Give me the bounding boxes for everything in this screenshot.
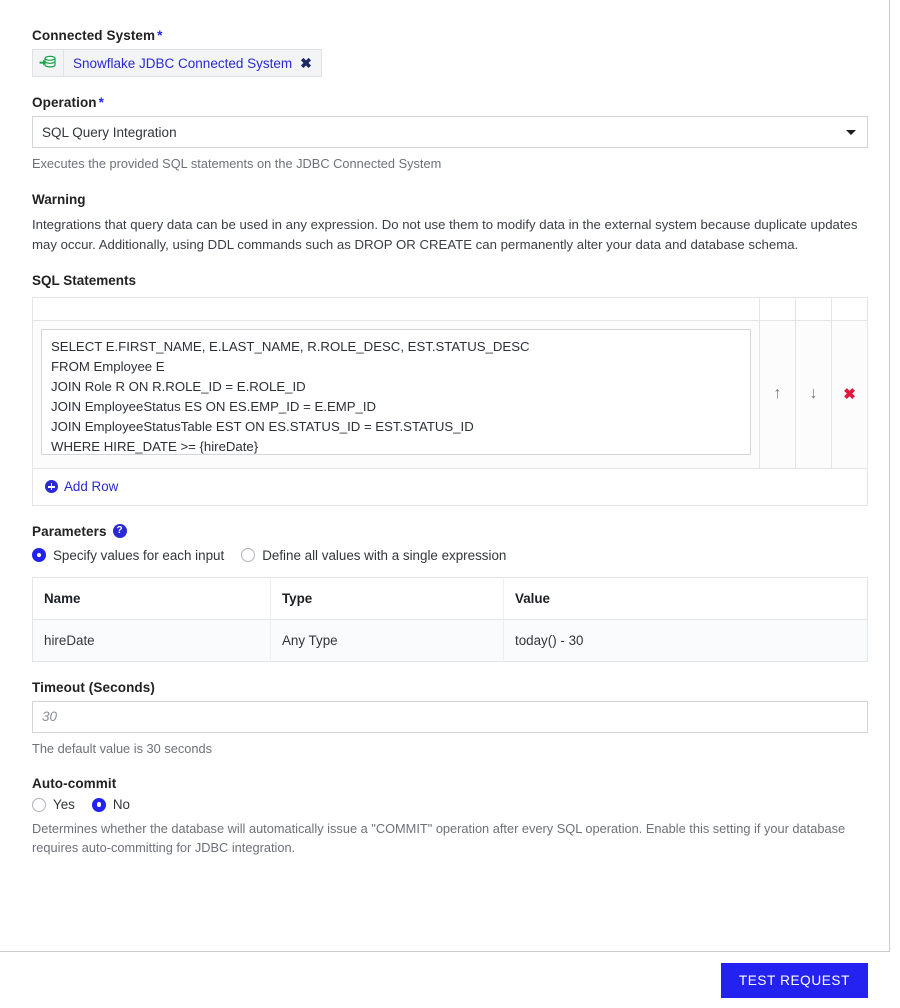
radio-auto-commit-yes[interactable]: Yes <box>32 797 75 812</box>
sql-grid-footer: Add Row <box>33 468 867 506</box>
required-asterisk: * <box>98 95 105 110</box>
operation-label: Operation * <box>32 95 868 110</box>
auto-commit-label: Auto-commit <box>32 776 117 792</box>
sql-grid-header-move-down <box>796 297 832 320</box>
add-row-label: Add Row <box>64 479 119 495</box>
required-asterisk: * <box>157 28 163 43</box>
radio-define-all-values-single-expression[interactable]: Define all values with a single expressi… <box>241 548 506 563</box>
sql-statement-input[interactable] <box>41 328 751 455</box>
integration-config-panel: Connected System * Snowflake JDBC Connect… <box>0 0 890 1008</box>
plus-circle-icon <box>45 480 58 494</box>
operation-select[interactable]: SQL Query Integration <box>32 116 868 148</box>
help-icon[interactable]: ? <box>112 524 127 539</box>
timeout-help-text: The default value is 30 seconds <box>32 740 212 756</box>
radio-auto-commit-no[interactable]: No <box>91 797 130 813</box>
param-name-cell: hireDate <box>32 619 271 662</box>
column-header-type: Type <box>270 577 504 620</box>
radio-indicator <box>32 797 46 812</box>
move-down-icon[interactable]: ↓ <box>796 320 832 468</box>
param-type-cell: Any Type <box>270 619 504 662</box>
operation-label-text: Operation <box>32 95 97 110</box>
parameters-table-header-row: Name Type Value <box>32 577 868 620</box>
test-request-button[interactable]: TEST REQUEST <box>720 962 868 998</box>
auto-commit-radio-group: Yes No <box>32 797 868 812</box>
timeout-input[interactable] <box>32 700 868 733</box>
warning-title: Warning <box>32 191 86 207</box>
column-header-name: Name <box>32 577 271 620</box>
parameters-mode-radio-group: Specify values for each input Define all… <box>32 548 868 563</box>
sql-statements-label: SQL Statements <box>32 272 137 288</box>
operation-help-text: Executes the provided SQL statements on … <box>32 156 442 171</box>
parameters-table: Name Type Value hireDate Any Type today(… <box>32 576 868 662</box>
sql-statement-cell <box>33 320 760 468</box>
connected-system-label: Connected System * <box>32 28 868 43</box>
delete-row-icon[interactable]: ✖ <box>832 320 867 468</box>
parameters-label: Parameters <box>32 523 107 539</box>
parameters-header: Parameters ? <box>32 524 868 539</box>
radio-label: No <box>112 797 130 813</box>
footer-bar: TEST REQUEST <box>0 952 890 1008</box>
auto-commit-help-text: Determines whether the database will aut… <box>32 821 846 855</box>
remove-connected-system-icon[interactable]: ✖ <box>300 56 321 70</box>
move-up-icon[interactable]: ↑ <box>760 320 796 468</box>
timeout-label: Timeout (Seconds) <box>32 679 155 695</box>
database-import-icon <box>33 50 64 76</box>
radio-indicator <box>91 797 106 812</box>
sql-grid-header-delete <box>832 298 867 320</box>
form-content: Connected System * Snowflake JDBC Connect… <box>0 0 900 857</box>
column-header-value: Value <box>503 577 868 620</box>
warning-body: Integrations that query data can be used… <box>32 216 858 252</box>
sql-grid-header-move-up <box>760 297 796 320</box>
radio-label: Define all values with a single expressi… <box>262 547 507 563</box>
sql-grid-header-statement <box>33 297 760 320</box>
param-value-cell[interactable]: today() - 30 <box>503 619 868 662</box>
radio-label: Yes <box>53 797 75 813</box>
sql-statements-grid: ↑ ↓ ✖ Add Row <box>32 296 868 506</box>
radio-indicator <box>32 548 46 563</box>
connected-system-chip-label: Snowflake JDBC Connected System <box>73 55 293 71</box>
connected-system-chip[interactable]: Snowflake JDBC Connected System ✖ <box>32 49 322 77</box>
add-row-button[interactable]: Add Row <box>45 479 118 494</box>
radio-indicator <box>241 548 256 563</box>
connected-system-label-text: Connected System <box>32 28 156 43</box>
sql-grid-header <box>33 297 867 321</box>
radio-label: Specify values for each input <box>53 547 225 563</box>
table-row: ↑ ↓ ✖ <box>33 320 867 469</box>
radio-specify-values-for-each-input[interactable]: Specify values for each input <box>32 548 224 563</box>
operation-selected-value: SQL Query Integration <box>42 124 177 140</box>
table-row: hireDate Any Type today() - 30 <box>32 619 868 662</box>
chevron-down-icon <box>846 130 856 135</box>
